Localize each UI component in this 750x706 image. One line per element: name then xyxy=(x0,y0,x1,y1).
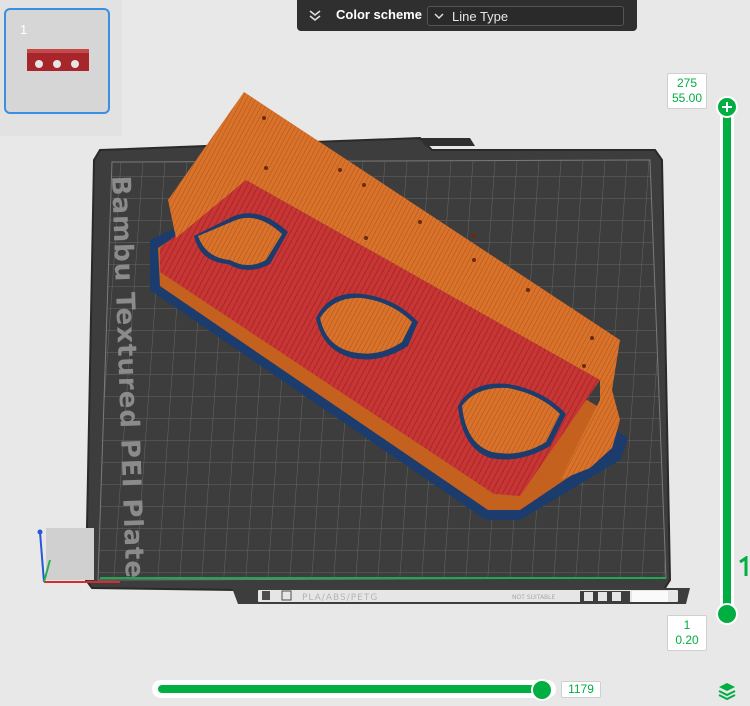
origin-marker xyxy=(46,528,94,580)
color-scheme-value: Line Type xyxy=(452,9,509,24)
chevron-down-icon xyxy=(434,13,444,20)
color-scheme-bar: Color scheme Line Type xyxy=(297,0,637,31)
bottom-layer-label: 1 0.20 xyxy=(667,615,707,651)
color-scheme-label: Color scheme xyxy=(336,7,422,22)
move-slider-range xyxy=(158,685,542,693)
layer-slider-range xyxy=(723,110,731,610)
plate-info-strip: PLA/ABS/PETG NOT SUITABLE xyxy=(232,588,690,604)
bottom-layer-number: 1 xyxy=(683,618,691,632)
not-suitable-badge: NOT SUITABLE xyxy=(512,594,556,601)
bottom-layer-height: 0.20 xyxy=(675,633,699,647)
layer-step-icon[interactable] xyxy=(738,556,750,578)
plate-list-panel: 1 xyxy=(0,0,122,136)
plate-thumbnail[interactable]: 1 xyxy=(4,8,110,114)
top-layer-number: 275 xyxy=(676,76,698,90)
color-scheme-dropdown[interactable]: Line Type xyxy=(427,6,624,26)
layers-icon[interactable] xyxy=(716,680,738,702)
move-slider-value: 1179 xyxy=(561,681,601,698)
move-slider-handle[interactable] xyxy=(531,679,553,701)
plate-preview-image xyxy=(27,49,89,71)
layer-slider-top-handle[interactable] xyxy=(716,96,738,118)
plate-index: 1 xyxy=(20,22,28,37)
top-layer-height: 55.00 xyxy=(671,91,703,105)
collapse-chevron-icon[interactable] xyxy=(307,7,323,23)
filament-type-text: PLA/ABS/PETG xyxy=(302,593,378,603)
top-layer-label: 275 55.00 xyxy=(667,73,707,109)
layer-slider-bottom-handle[interactable] xyxy=(716,603,738,625)
